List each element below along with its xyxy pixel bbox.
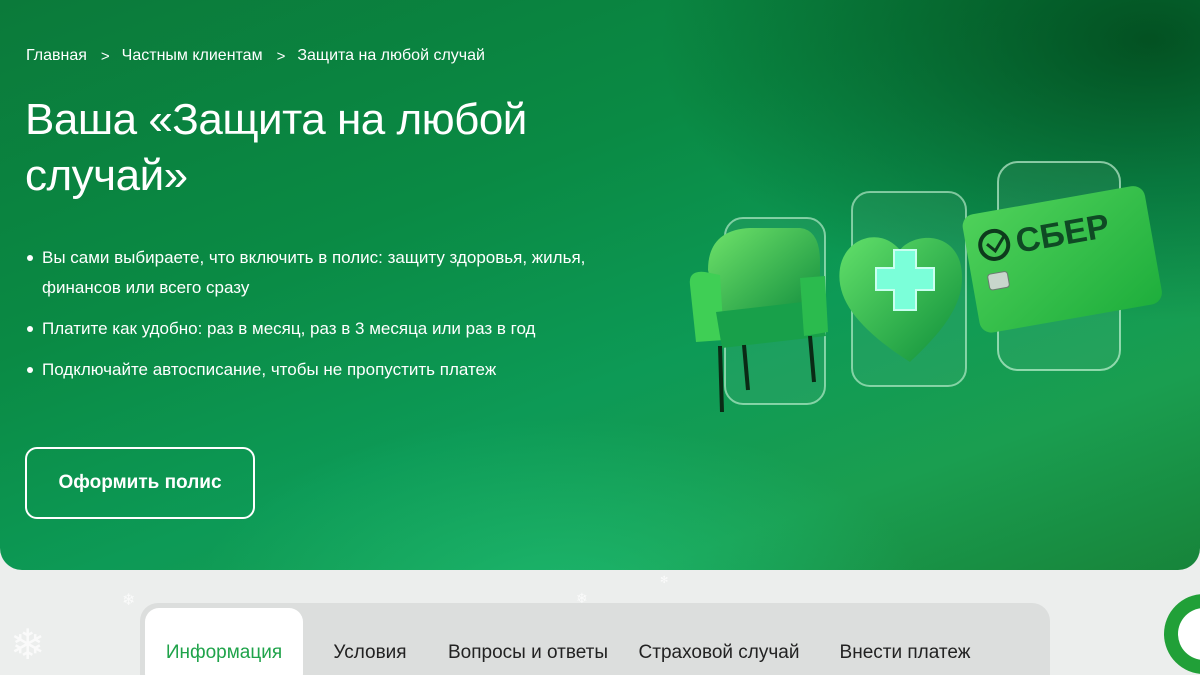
heart-medical-icon bbox=[839, 191, 967, 387]
benefits-list: Вы сами выбираете, что включить в полис:… bbox=[26, 243, 646, 396]
tab-information[interactable]: Информация bbox=[145, 608, 303, 675]
hero-banner: Главная > Частным клиентам > Защита на л… bbox=[0, 0, 1200, 570]
tab-insured-event[interactable]: Страховой случай bbox=[619, 608, 819, 675]
snowflake-icon: ❄ bbox=[122, 592, 136, 609]
breadcrumb-home[interactable]: Главная bbox=[26, 47, 87, 65]
chat-assistant-button[interactable] bbox=[1164, 594, 1200, 674]
tab-make-payment[interactable]: Внести платеж bbox=[819, 608, 991, 675]
breadcrumb-current: Защита на любой случай bbox=[297, 47, 485, 64]
section-tabs: Информация Условия Вопросы и ответы Стра… bbox=[140, 603, 1050, 675]
benefit-item: Вы сами выбираете, что включить в полис:… bbox=[26, 243, 646, 303]
snowflake-icon: ✻ bbox=[660, 575, 669, 586]
snowflake-icon: ❄ bbox=[10, 621, 46, 668]
armchair-icon bbox=[689, 217, 828, 413]
tab-faq[interactable]: Вопросы и ответы bbox=[437, 608, 619, 675]
benefit-item: Платите как удобно: раз в месяц, раз в 3… bbox=[26, 314, 646, 344]
bank-card-icon: СБЕР bbox=[962, 161, 1162, 371]
page-title: Ваша «Защита на любой случай» bbox=[25, 95, 527, 200]
chat-assistant-icon bbox=[1178, 608, 1200, 660]
hero-illustration: СБЕР bbox=[689, 161, 1162, 413]
apply-policy-button[interactable]: Оформить полис bbox=[25, 447, 255, 519]
breadcrumb: Главная > Частным клиентам > Защита на л… bbox=[26, 47, 485, 65]
breadcrumb-separator: > bbox=[276, 47, 286, 65]
breadcrumb-separator: > bbox=[100, 47, 110, 65]
tab-conditions[interactable]: Условия bbox=[303, 608, 437, 675]
breadcrumb-private-clients[interactable]: Частным клиентам bbox=[122, 47, 263, 65]
benefit-item: Подключайте автосписание, чтобы не пропу… bbox=[26, 355, 646, 385]
